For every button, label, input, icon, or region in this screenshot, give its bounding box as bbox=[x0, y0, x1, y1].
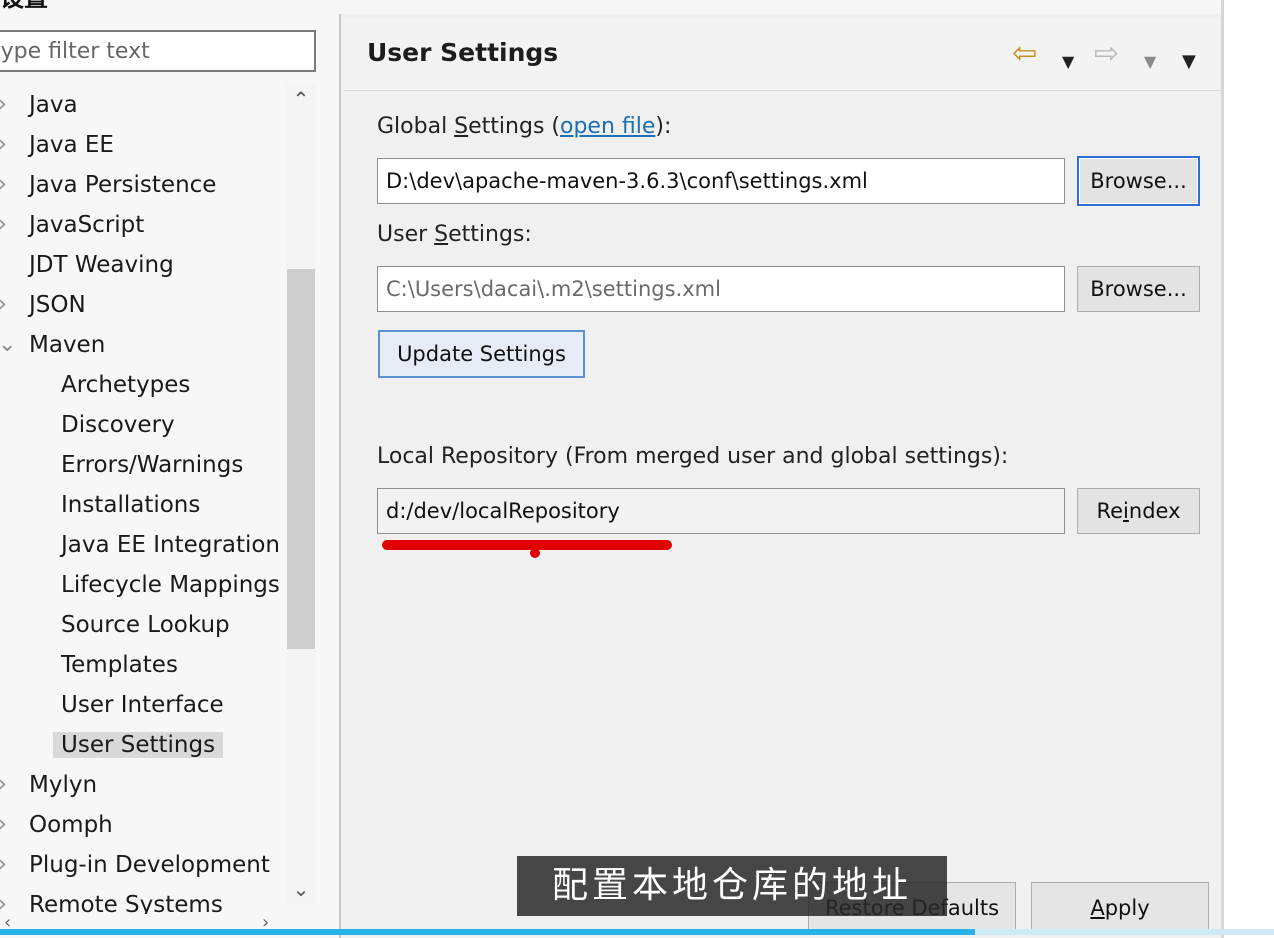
background-outside-dialog bbox=[1224, 0, 1274, 938]
chevron-right-icon[interactable]: › bbox=[0, 205, 18, 245]
tree-item[interactable]: › Oomph bbox=[0, 805, 121, 845]
title-bar: 设置 bbox=[0, 0, 1274, 14]
reindex-button[interactable]: Reindex bbox=[1077, 488, 1200, 534]
user-browse-button[interactable]: Browse... bbox=[1077, 266, 1200, 312]
view-menu-icon[interactable]: ▼ bbox=[1182, 42, 1196, 82]
tree-item[interactable]: Errors/Warnings bbox=[53, 445, 251, 485]
tree-item[interactable]: Installations bbox=[53, 485, 208, 525]
tree-item-label: Lifecycle Mappings bbox=[61, 572, 280, 598]
global-settings-field[interactable] bbox=[377, 158, 1065, 204]
tree-item-label: Errors/Warnings bbox=[61, 452, 244, 478]
window-title-fragment: 设置 bbox=[0, 0, 48, 13]
tree-item-label: Templates bbox=[61, 652, 178, 678]
open-file-link[interactable]: open file bbox=[560, 114, 655, 139]
tree-item-label: Discovery bbox=[61, 412, 175, 438]
scroll-up-icon[interactable]: ⌃ bbox=[286, 84, 316, 114]
local-repository-label: Local Repository (From merged user and g… bbox=[377, 444, 1009, 469]
red-underline-annotation bbox=[382, 540, 672, 550]
chevron-right-icon[interactable]: › bbox=[0, 805, 18, 845]
chevron-down-icon[interactable]: ▼ bbox=[1062, 42, 1074, 82]
tree-item[interactable]: ⌄ Maven bbox=[0, 325, 113, 365]
arrow-left-icon[interactable]: ⇦ bbox=[1012, 34, 1037, 74]
tree-item[interactable]: Templates bbox=[53, 645, 186, 685]
user-settings-label: User Settings: bbox=[377, 222, 532, 247]
chevron-right-icon[interactable]: › bbox=[0, 885, 18, 914]
tree-item-label: Maven bbox=[29, 332, 106, 358]
chevron-right-icon[interactable]: › bbox=[0, 85, 18, 125]
arrow-right-icon[interactable]: ⇨ bbox=[1094, 34, 1119, 74]
chevron-right-icon[interactable]: › bbox=[0, 125, 18, 165]
tree-item-label: User Interface bbox=[61, 692, 224, 718]
tree-item[interactable]: Lifecycle Mappings bbox=[53, 565, 286, 605]
tree-item-label: User Settings bbox=[53, 732, 224, 758]
tree-item-label: Java EE bbox=[29, 132, 114, 158]
tree-item-label: Mylyn bbox=[29, 772, 98, 798]
tree-item-label: Archetypes bbox=[61, 372, 191, 398]
tree-item[interactable]: JDT Weaving bbox=[21, 245, 182, 285]
user-settings-field[interactable] bbox=[377, 266, 1065, 312]
tree-item[interactable]: › JavaScript bbox=[0, 205, 152, 245]
tree-item[interactable]: › Plug-in Development bbox=[0, 845, 278, 885]
apply-button[interactable]: Apply bbox=[1031, 882, 1209, 934]
tree-item[interactable]: › Remote Systems bbox=[0, 885, 231, 914]
tree-item-label: Remote Systems bbox=[29, 892, 223, 914]
settings-page: User Settings ⇦ ▼ ⇨ ▼ ▼ Global Settings … bbox=[341, 14, 1221, 938]
tree-item[interactable]: Java EE Integration bbox=[53, 525, 286, 565]
tree-item-label: JDT Weaving bbox=[29, 252, 174, 278]
tree-item[interactable]: Discovery bbox=[53, 405, 183, 445]
tree-item-label: JSON bbox=[29, 292, 86, 318]
update-settings-button[interactable]: Update Settings bbox=[378, 330, 585, 378]
chevron-right-icon[interactable]: › bbox=[0, 285, 18, 325]
scroll-down-icon[interactable]: ⌄ bbox=[286, 874, 316, 904]
tree-item[interactable]: › Java Persistence bbox=[0, 165, 224, 205]
global-settings-label: Global Settings (open file): bbox=[377, 114, 672, 139]
tree-item-label: Plug-in Development bbox=[29, 852, 270, 878]
chevron-right-icon[interactable]: › bbox=[0, 165, 18, 205]
preferences-tree: › Java › Java EE › Java Persistence › JavaScrip… bbox=[0, 84, 286, 914]
tree-item-label: JavaScript bbox=[29, 212, 145, 238]
chevron-down-icon[interactable]: ⌄ bbox=[0, 325, 18, 365]
global-browse-button[interactable]: Browse... bbox=[1077, 156, 1200, 206]
local-repository-field[interactable] bbox=[377, 488, 1065, 534]
red-annotation-dot bbox=[530, 548, 540, 558]
tree-item-label: Java bbox=[29, 92, 78, 118]
tree-item-label: Source Lookup bbox=[61, 612, 230, 638]
tree-item[interactable]: › Java bbox=[0, 85, 86, 125]
tree-item[interactable]: Archetypes bbox=[53, 365, 198, 405]
scrollbar-thumb[interactable] bbox=[287, 269, 315, 649]
chevron-right-icon[interactable]: › bbox=[0, 845, 18, 885]
page-title: User Settings bbox=[367, 38, 559, 67]
tree-item-label: Oomph bbox=[29, 812, 113, 838]
tree-item[interactable]: › JSON bbox=[0, 285, 94, 325]
tree-item[interactable]: User Settings bbox=[53, 725, 224, 765]
page-header: User Settings ⇦ ▼ ⇨ ▼ ▼ bbox=[344, 18, 1221, 91]
preferences-tree-pane: › Java › Java EE › Java Persistence › JavaScrip… bbox=[0, 14, 339, 938]
filter-input[interactable] bbox=[0, 30, 316, 72]
tree-item[interactable]: Source Lookup bbox=[53, 605, 238, 645]
video-progress-fill bbox=[0, 929, 975, 935]
tree-scrollbar[interactable]: ⌃ ⌄ bbox=[286, 84, 316, 904]
video-subtitle: 配置本地仓库的地址 bbox=[517, 856, 947, 916]
tree-item-label: Installations bbox=[61, 492, 201, 518]
tree-item[interactable]: › Mylyn bbox=[0, 765, 105, 805]
chevron-down-icon[interactable]: ▼ bbox=[1144, 42, 1156, 82]
tree-item-label: Java Persistence bbox=[29, 172, 217, 198]
tree-item-label: Java EE Integration bbox=[61, 532, 281, 558]
tree-item[interactable]: User Interface bbox=[53, 685, 232, 725]
chevron-right-icon[interactable]: › bbox=[0, 765, 18, 805]
tree-item[interactable]: › Java EE bbox=[0, 125, 122, 165]
